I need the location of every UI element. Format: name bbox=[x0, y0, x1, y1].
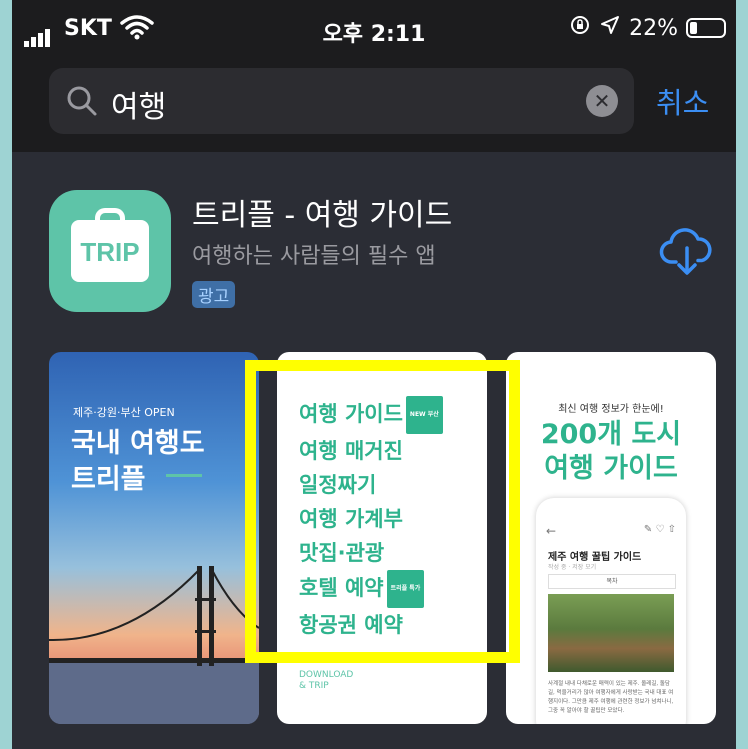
location-arrow-icon bbox=[599, 14, 621, 42]
mockup-body: 사계절 내내 다채로운 매력이 있는 제주. 올레길, 돌담길, 먹을거리가 많… bbox=[548, 681, 674, 714]
battery-icon bbox=[686, 18, 726, 38]
screenshot-3-caption: 최신 여행 정보가 한눈에! bbox=[558, 404, 664, 415]
app-icon[interactable]: TRIP bbox=[49, 190, 171, 312]
mockup-meta: 작성 중 · 저장 모기 bbox=[548, 564, 597, 571]
app-name[interactable]: 트리플 - 여행 가이드 bbox=[192, 190, 452, 234]
footer-line2: & TRIP bbox=[299, 681, 329, 691]
mockup-photo bbox=[548, 594, 674, 672]
search-icon bbox=[65, 84, 99, 122]
phone-mockup: ← ✎ ♡ ⇧ 제주 여행 꿀팁 가이드 작성 중 · 저장 모기 목차 사계절… bbox=[536, 498, 686, 724]
screenshot-3-title: 200개 도시 여행 가이드 bbox=[506, 418, 716, 486]
app-icon-text: TRIP bbox=[80, 237, 140, 267]
ad-badge: 광고 bbox=[192, 281, 236, 308]
back-arrow-icon: ← bbox=[546, 524, 557, 538]
clear-search-button[interactable]: ✕ bbox=[586, 85, 618, 117]
app-subtitle: 여행하는 사람들의 필수 앱 bbox=[192, 244, 436, 269]
screenshot-3[interactable]: 최신 여행 정보가 한눈에! 200개 도시 여행 가이드 ← ✎ ♡ ⇧ 제주… bbox=[506, 352, 716, 724]
bridge-illustration bbox=[49, 566, 259, 724]
screenshot-3-title-line1: 200개 도시 bbox=[540, 419, 682, 450]
mockup-title: 제주 여행 꿀팁 가이드 bbox=[548, 552, 642, 563]
orientation-lock-icon bbox=[569, 14, 591, 42]
app-store-screen: SKT 오후 2:11 22% 여행 ✕ 취소 TRIP 트리플 - 여행 가이… bbox=[12, 0, 736, 749]
highlight-box bbox=[245, 360, 520, 663]
status-bar: SKT 오후 2:11 22% bbox=[12, 0, 736, 62]
download-footer: DOWNLOAD & TRIP bbox=[299, 670, 353, 692]
search-query[interactable]: 여행 bbox=[111, 82, 166, 126]
download-cloud-icon[interactable] bbox=[659, 226, 715, 282]
cancel-button[interactable]: 취소 bbox=[656, 80, 709, 122]
screenshot-1[interactable]: 제주·강원·부산 OPEN 국내 여행도 트리플 bbox=[49, 352, 259, 724]
share-icons: ✎ ♡ ⇧ bbox=[643, 524, 676, 535]
top-bar: SKT 오후 2:11 22% 여행 ✕ 취소 bbox=[12, 0, 736, 152]
search-field[interactable]: 여행 ✕ bbox=[49, 68, 634, 134]
mockup-toc-button: 목차 bbox=[548, 574, 676, 589]
status-right: 22% bbox=[569, 14, 726, 42]
screenshot-3-title-line2: 여행 가이드 bbox=[544, 453, 678, 484]
footer-line1: DOWNLOAD bbox=[299, 670, 354, 680]
battery-percent: 22% bbox=[629, 15, 678, 41]
